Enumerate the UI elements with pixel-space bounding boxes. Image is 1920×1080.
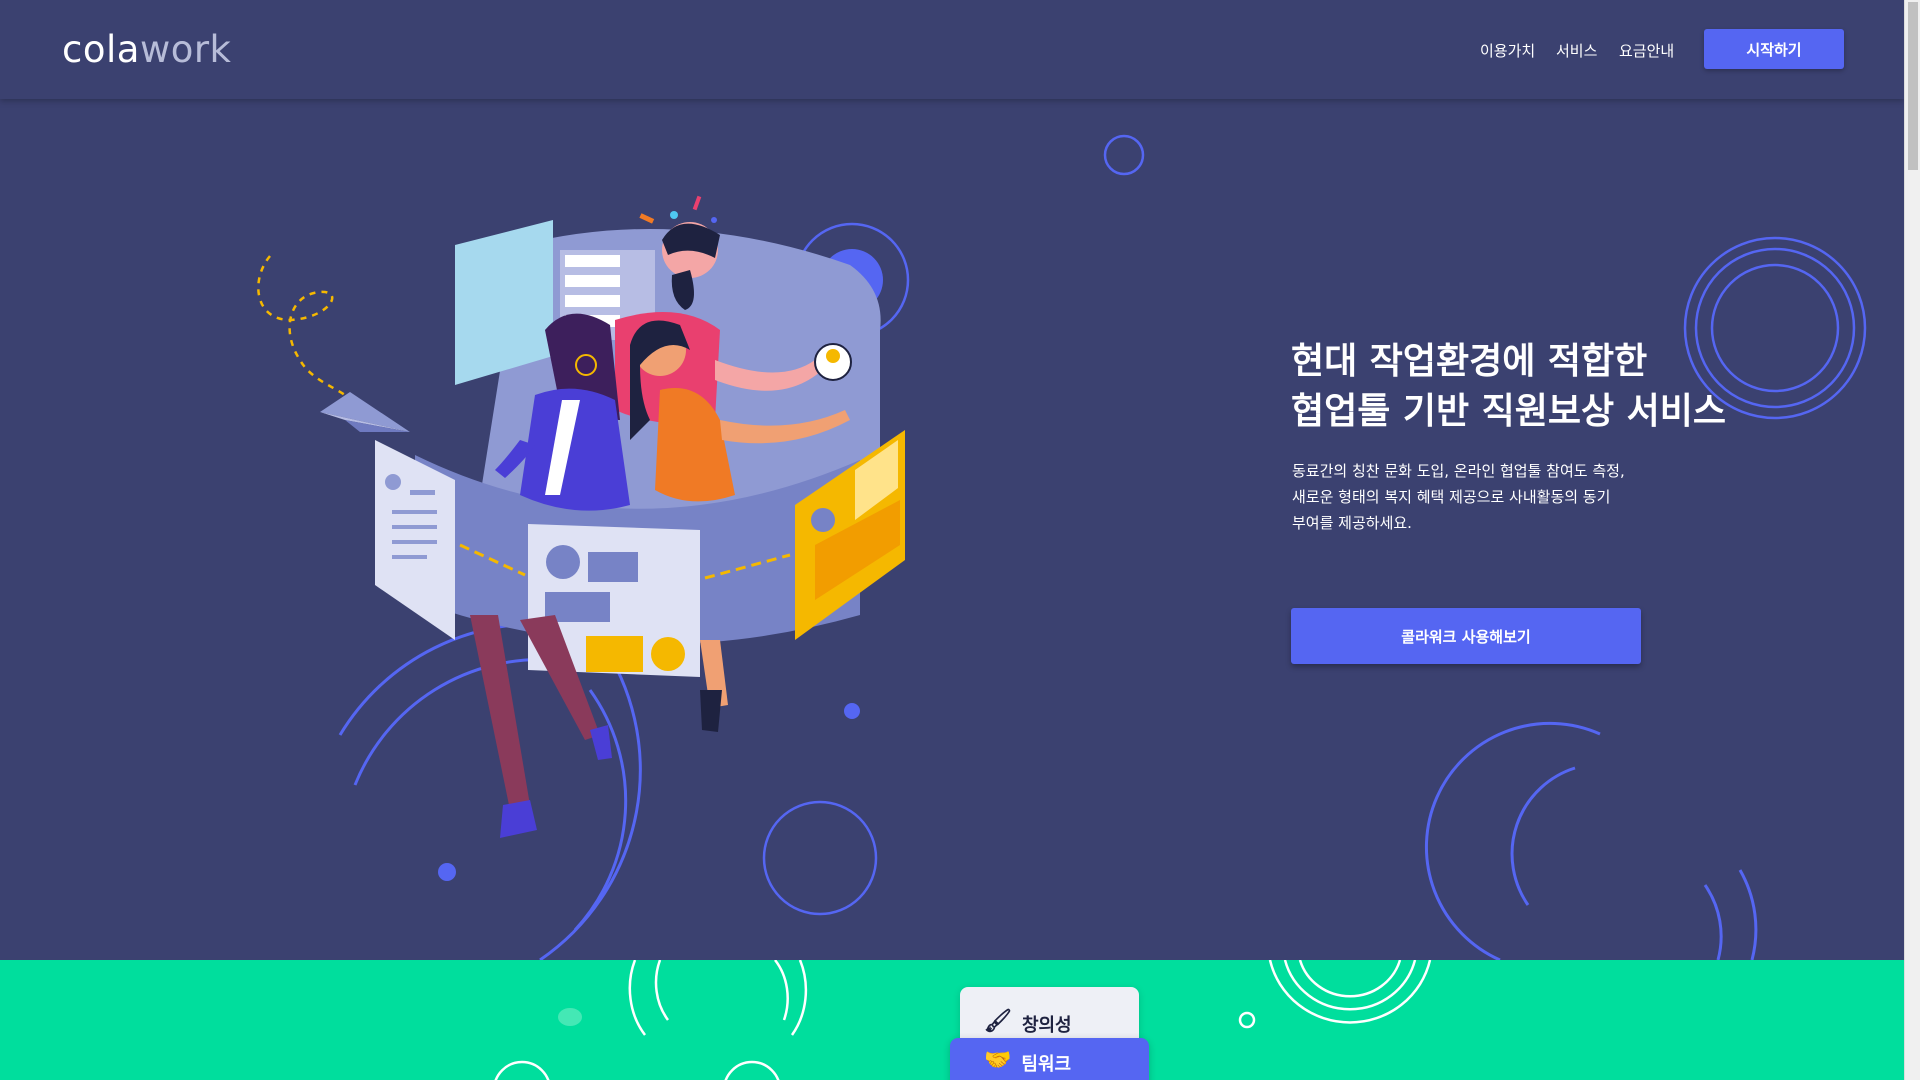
hero-section: 현대 작업환경에 적합한 협업툴 기반 직원보상 서비스 동료간의 칭찬 문화 … xyxy=(0,99,1904,960)
nav-link-service[interactable]: 서비스 xyxy=(1556,40,1597,61)
hero-desc-line-1: 동료간의 칭찬 문화 도입, 온라인 협업툴 참여도 측정, xyxy=(1292,462,1625,480)
nav-link-value[interactable]: 이용가치 xyxy=(1480,40,1535,61)
try-colawork-button[interactable]: 콜라워크 사용해보기 xyxy=(1291,608,1641,664)
scrollbar-thumb[interactable] xyxy=(1908,2,1918,170)
nav-link-pricing[interactable]: 요금안내 xyxy=(1619,40,1674,61)
colawork-logo[interactable]: colawork xyxy=(62,28,231,71)
value-card-label: 창의성 xyxy=(1021,1015,1072,1036)
logo-cola-text: cola xyxy=(62,28,140,71)
paintbrush-icon: 🖌 xyxy=(984,1009,1012,1034)
hero-description: 동료간의 칭찬 문화 도입, 온라인 협업툴 참여도 측정, 새로운 형태의 복… xyxy=(1292,458,1662,536)
start-button[interactable]: 시작하기 xyxy=(1704,29,1844,69)
value-card-teamwork[interactable]: 🤝 팀워크 xyxy=(950,1038,1149,1080)
hero-title-line-1: 현대 작업환경에 적합한 xyxy=(1291,341,1648,382)
hero-title-line-2: 협업툴 기반 직원보상 서비스 xyxy=(1291,391,1727,432)
hero-title: 현대 작업환경에 적합한 협업툴 기반 직원보상 서비스 xyxy=(1291,337,1726,437)
handshake-icon: 🤝 xyxy=(984,1048,1012,1073)
hero-desc-line-2: 새로운 형태의 복지 혜택 제공으로 사내활동의 동기 xyxy=(1292,488,1611,506)
top-navigation-bar: colawork 이용가치 서비스 요금안내 시작하기 xyxy=(0,0,1904,99)
hero-desc-line-3: 부여를 제공하세요. xyxy=(1292,514,1412,532)
values-band: 🖌 창의성 🤝 팀워크 xyxy=(0,960,1904,1080)
value-card-label: 팀워크 xyxy=(1021,1054,1072,1075)
logo-work-text: work xyxy=(139,28,232,71)
page: colawork 이용가치 서비스 요금안내 시작하기 현대 작업환경에 적합한… xyxy=(0,0,1920,1080)
page-scrollbar[interactable] xyxy=(1904,0,1920,1080)
